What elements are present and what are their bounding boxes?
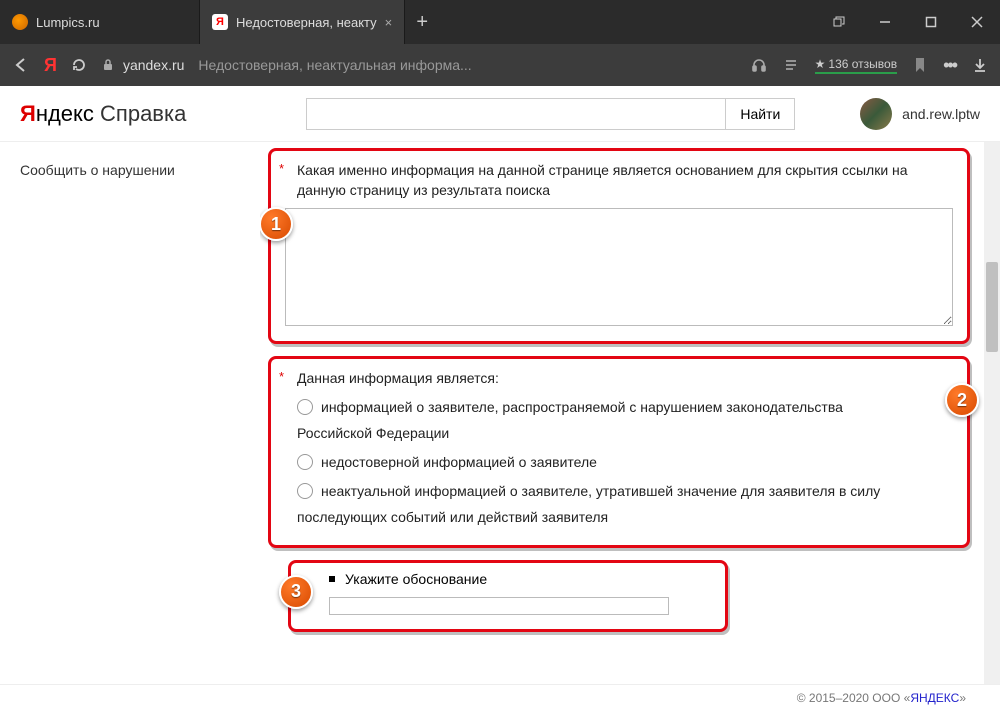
search-button[interactable]: Найти xyxy=(726,98,795,130)
form-section-justification: 3 * Укажите обоснование xyxy=(288,560,728,632)
section-label: Данная информация является: xyxy=(297,369,953,389)
form-section-reason: 1 * Какая именно информация на данной ст… xyxy=(268,148,970,344)
bullet-item: Укажите обоснование xyxy=(329,571,711,587)
browser-tab-inactive[interactable]: Lumpics.ru xyxy=(0,0,200,44)
url-box[interactable]: yandex.ru Недостоверная, неактуальная ин… xyxy=(101,57,472,73)
site-icon xyxy=(12,14,28,30)
radio-option-violation[interactable]: информацией о заявителе, распространяемо… xyxy=(297,397,953,418)
tab-label: Недостоверная, неакту xyxy=(236,15,377,30)
minimize-button[interactable] xyxy=(862,0,908,44)
radio-option-outdated[interactable]: неактуальной информацией о заявителе, ут… xyxy=(297,481,953,502)
reload-button[interactable] xyxy=(71,57,87,73)
annotation-badge-3: 3 xyxy=(279,575,313,609)
radio-option-inaccurate[interactable]: недостоверной информацией о заявителе xyxy=(297,452,953,473)
reader-icon[interactable] xyxy=(783,57,799,73)
sidebar: Сообщить о нарушении xyxy=(0,142,260,684)
close-button[interactable] xyxy=(954,0,1000,44)
tabs-overview-icon[interactable] xyxy=(816,0,862,44)
logo-rest: ндекс xyxy=(36,101,94,126)
star-icon: ★ xyxy=(815,57,826,71)
annotation-badge-2: 2 xyxy=(945,383,979,417)
copyright-text: © 2015–2020 ООО « xyxy=(797,691,911,705)
main-content: 1 * Какая именно информация на данной ст… xyxy=(260,142,1000,684)
user-area[interactable]: and.rew.lptw xyxy=(860,98,980,130)
radio-icon[interactable] xyxy=(297,399,313,415)
search-form: Найти xyxy=(306,98,795,130)
scrollbar-thumb[interactable] xyxy=(986,262,998,352)
logo-section: Справка xyxy=(100,101,186,126)
radio-label: информацией о заявителе, распространяемо… xyxy=(321,397,843,418)
required-star: * xyxy=(279,161,284,176)
browser-tab-active[interactable]: Я Недостоверная, неакту × xyxy=(200,0,405,44)
form-section-info-type: 2 * Данная информация является: информац… xyxy=(268,356,970,547)
menu-icon[interactable]: ••• xyxy=(943,55,956,76)
username: and.rew.lptw xyxy=(902,106,980,122)
radio-label-cont: последующих событий или действий заявите… xyxy=(297,506,953,528)
reviews-text: 136 отзывов xyxy=(828,57,897,71)
radio-label: неактуальной информацией о заявителе, ут… xyxy=(321,481,880,502)
page-footer: © 2015–2020 ООО « ЯНДЕКС » xyxy=(0,684,1000,710)
radio-label-cont: Российской Федерации xyxy=(297,422,953,444)
window-controls xyxy=(816,0,1000,44)
close-icon[interactable]: × xyxy=(385,15,393,30)
yandex-link[interactable]: ЯНДЕКС xyxy=(910,691,959,705)
page-scrollbar[interactable] xyxy=(984,142,1000,684)
sidebar-item-report[interactable]: Сообщить о нарушении xyxy=(20,162,240,178)
new-tab-button[interactable]: + xyxy=(405,0,439,44)
yandex-home-icon[interactable]: Я xyxy=(44,55,57,76)
reason-textarea[interactable] xyxy=(285,208,953,326)
radio-icon[interactable] xyxy=(297,454,313,470)
browser-titlebar: Lumpics.ru Я Недостоверная, неакту × + xyxy=(0,0,1000,44)
section-label: Какая именно информация на данной страни… xyxy=(297,161,953,200)
lock-icon xyxy=(101,58,115,72)
search-input[interactable] xyxy=(306,98,726,130)
url-title: Недостоверная, неактуальная информа... xyxy=(198,57,471,73)
section-label: Укажите обоснование xyxy=(345,571,487,587)
site-icon: Я xyxy=(212,14,228,30)
avatar xyxy=(860,98,892,130)
required-star: * xyxy=(279,369,284,384)
radio-icon[interactable] xyxy=(297,483,313,499)
justification-input[interactable] xyxy=(329,597,669,615)
reviews-badge[interactable]: ★ 136 отзывов xyxy=(815,57,897,74)
logo-y: Я xyxy=(20,101,36,126)
annotation-badge-1: 1 xyxy=(260,207,293,241)
url-domain: yandex.ru xyxy=(123,57,184,73)
bookmark-icon[interactable] xyxy=(913,57,927,73)
radio-label: недостоверной информацией о заявителе xyxy=(321,452,597,473)
download-icon[interactable] xyxy=(972,57,988,73)
headphones-icon[interactable] xyxy=(751,57,767,73)
yandex-logo[interactable]: Яндекс Справка xyxy=(20,101,186,127)
page-body: Сообщить о нарушении 1 * Какая именно ин… xyxy=(0,142,1000,684)
maximize-button[interactable] xyxy=(908,0,954,44)
page-header: Яндекс Справка Найти and.rew.lptw xyxy=(0,86,1000,142)
copyright-tail: » xyxy=(959,691,966,705)
tab-label: Lumpics.ru xyxy=(36,15,100,30)
bullet-icon xyxy=(329,576,335,582)
browser-addressbar: Я yandex.ru Недостоверная, неактуальная … xyxy=(0,44,1000,86)
back-button[interactable] xyxy=(12,56,30,74)
